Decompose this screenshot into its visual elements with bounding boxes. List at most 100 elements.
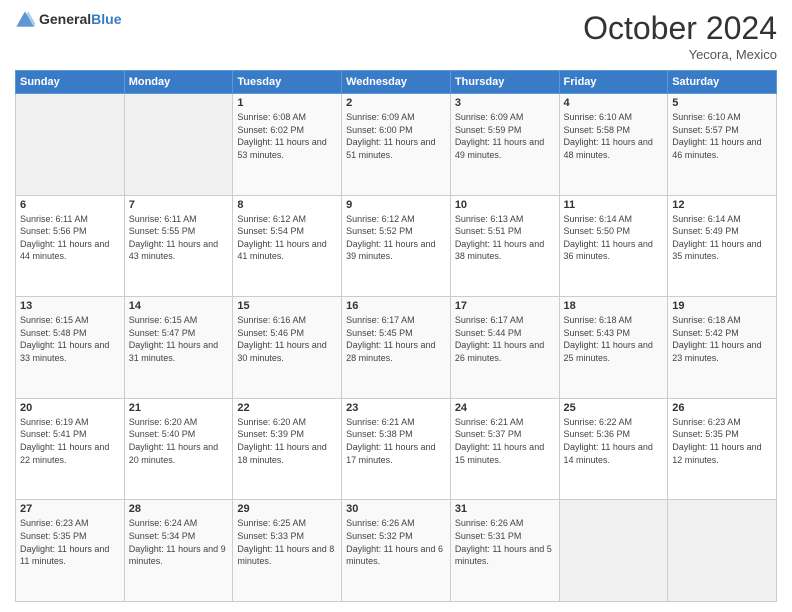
cell-info: Sunrise: 6:09 AMSunset: 5:59 PMDaylight:… — [455, 111, 555, 161]
cell-info: Sunrise: 6:18 AMSunset: 5:42 PMDaylight:… — [672, 314, 772, 364]
cell-info: Sunrise: 6:17 AMSunset: 5:45 PMDaylight:… — [346, 314, 446, 364]
day-number: 27 — [20, 503, 120, 515]
calendar-week-row: 6Sunrise: 6:11 AMSunset: 5:56 PMDaylight… — [16, 195, 777, 297]
calendar-cell: 10 Sunrise: 6:13 AMSunset: 5:51 PMDayligh… — [450, 195, 559, 297]
cell-info: Sunrise: 6:22 AMSunset: 5:36 PMDaylight:… — [564, 416, 664, 466]
day-number: 21 — [129, 402, 229, 414]
day-number: 20 — [20, 402, 120, 414]
day-number: 4 — [564, 97, 664, 109]
calendar-cell — [559, 500, 668, 602]
day-number: 23 — [346, 402, 446, 414]
calendar-cell: 27 Sunrise: 6:23 AMSunset: 5:35 PMDayligh… — [16, 500, 125, 602]
calendar-week-row: 20 Sunrise: 6:19 AMSunset: 5:41 PMDayligh… — [16, 398, 777, 500]
logo: GeneralBlue — [15, 10, 121, 30]
calendar-cell — [668, 500, 777, 602]
calendar-cell: 22Sunrise: 6:20 AMSunset: 5:39 PMDayligh… — [233, 398, 342, 500]
day-number: 19 — [672, 300, 772, 312]
day-number: 5 — [672, 97, 772, 109]
cell-info: Sunrise: 6:12 AMSunset: 5:52 PMDaylight:… — [346, 213, 446, 263]
calendar-cell: 28Sunrise: 6:24 AMSunset: 5:34 PMDayligh… — [124, 500, 233, 602]
cell-info: Sunrise: 6:26 AMSunset: 5:32 PMDaylight:… — [346, 517, 446, 567]
day-number: 31 — [455, 503, 555, 515]
calendar-cell: 3 Sunrise: 6:09 AMSunset: 5:59 PMDaylight… — [450, 94, 559, 196]
cell-info: Sunrise: 6:11 AMSunset: 5:55 PMDaylight:… — [129, 213, 229, 263]
cell-info: Sunrise: 6:08 AMSunset: 6:02 PMDaylight:… — [237, 111, 337, 161]
day-number: 10 — [455, 199, 555, 211]
cell-info: Sunrise: 6:11 AMSunset: 5:56 PMDaylight:… — [20, 213, 120, 263]
day-number: 17 — [455, 300, 555, 312]
day-number: 3 — [455, 97, 555, 109]
cell-info: Sunrise: 6:10 AMSunset: 5:58 PMDaylight:… — [564, 111, 664, 161]
calendar-table: SundayMondayTuesdayWednesdayThursdayFrid… — [15, 70, 777, 602]
calendar-cell: 13Sunrise: 6:15 AMSunset: 5:48 PMDayligh… — [16, 297, 125, 399]
calendar-cell: 12 Sunrise: 6:14 AMSunset: 5:49 PMDayligh… — [668, 195, 777, 297]
calendar-cell: 18 Sunrise: 6:18 AMSunset: 5:43 PMDayligh… — [559, 297, 668, 399]
cell-info: Sunrise: 6:13 AMSunset: 5:51 PMDaylight:… — [455, 213, 555, 263]
day-number: 28 — [129, 503, 229, 515]
day-number: 14 — [129, 300, 229, 312]
calendar-cell: 2Sunrise: 6:09 AMSunset: 6:00 PMDaylight… — [342, 94, 451, 196]
calendar-week-row: 13Sunrise: 6:15 AMSunset: 5:48 PMDayligh… — [16, 297, 777, 399]
calendar-cell: 17 Sunrise: 6:17 AMSunset: 5:44 PMDayligh… — [450, 297, 559, 399]
cell-info: Sunrise: 6:21 AMSunset: 5:38 PMDaylight:… — [346, 416, 446, 466]
weekday-header: Wednesday — [342, 71, 451, 94]
calendar-cell: 11 Sunrise: 6:14 AMSunset: 5:50 PMDayligh… — [559, 195, 668, 297]
calendar-header: SundayMondayTuesdayWednesdayThursdayFrid… — [16, 71, 777, 94]
calendar-cell: 24 Sunrise: 6:21 AMSunset: 5:37 PMDayligh… — [450, 398, 559, 500]
calendar-cell — [16, 94, 125, 196]
calendar-week-row: 1 Sunrise: 6:08 AMSunset: 6:02 PMDaylight… — [16, 94, 777, 196]
day-number: 13 — [20, 300, 120, 312]
day-number: 29 — [237, 503, 337, 515]
cell-info: Sunrise: 6:19 AMSunset: 5:41 PMDaylight:… — [20, 416, 120, 466]
cell-info: Sunrise: 6:23 AMSunset: 5:35 PMDaylight:… — [20, 517, 120, 567]
day-number: 16 — [346, 300, 446, 312]
cell-info: Sunrise: 6:21 AMSunset: 5:37 PMDaylight:… — [455, 416, 555, 466]
day-number: 2 — [346, 97, 446, 109]
weekday-header: Thursday — [450, 71, 559, 94]
logo-general: General — [39, 11, 91, 27]
cell-info: Sunrise: 6:12 AMSunset: 5:54 PMDaylight:… — [237, 213, 337, 263]
calendar-cell: 16 Sunrise: 6:17 AMSunset: 5:45 PMDayligh… — [342, 297, 451, 399]
weekday-header: Monday — [124, 71, 233, 94]
calendar-cell: 29 Sunrise: 6:25 AMSunset: 5:33 PMDayligh… — [233, 500, 342, 602]
page: GeneralBlue October 2024 Yecora, Mexico … — [0, 0, 792, 612]
cell-info: Sunrise: 6:16 AMSunset: 5:46 PMDaylight:… — [237, 314, 337, 364]
cell-info: Sunrise: 6:14 AMSunset: 5:50 PMDaylight:… — [564, 213, 664, 263]
logo-text: GeneralBlue — [39, 11, 121, 29]
day-number: 7 — [129, 199, 229, 211]
day-number: 12 — [672, 199, 772, 211]
cell-info: Sunrise: 6:23 AMSunset: 5:35 PMDaylight:… — [672, 416, 772, 466]
month-title: October 2024 — [583, 10, 777, 47]
cell-info: Sunrise: 6:14 AMSunset: 5:49 PMDaylight:… — [672, 213, 772, 263]
calendar-body: 1 Sunrise: 6:08 AMSunset: 6:02 PMDaylight… — [16, 94, 777, 602]
weekday-row: SundayMondayTuesdayWednesdayThursdayFrid… — [16, 71, 777, 94]
weekday-header: Tuesday — [233, 71, 342, 94]
calendar-cell: 30 Sunrise: 6:26 AMSunset: 5:32 PMDayligh… — [342, 500, 451, 602]
logo-blue: Blue — [91, 11, 121, 27]
day-number: 11 — [564, 199, 664, 211]
title-block: October 2024 Yecora, Mexico — [583, 10, 777, 62]
calendar-cell: 15 Sunrise: 6:16 AMSunset: 5:46 PMDayligh… — [233, 297, 342, 399]
cell-info: Sunrise: 6:26 AMSunset: 5:31 PMDaylight:… — [455, 517, 555, 567]
calendar-cell: 5 Sunrise: 6:10 AMSunset: 5:57 PMDaylight… — [668, 94, 777, 196]
calendar-cell: 8Sunrise: 6:12 AMSunset: 5:54 PMDaylight… — [233, 195, 342, 297]
calendar-cell — [124, 94, 233, 196]
cell-info: Sunrise: 6:20 AMSunset: 5:40 PMDaylight:… — [129, 416, 229, 466]
header: GeneralBlue October 2024 Yecora, Mexico — [15, 10, 777, 62]
logo-icon — [15, 10, 35, 30]
calendar-cell: 4 Sunrise: 6:10 AMSunset: 5:58 PMDaylight… — [559, 94, 668, 196]
calendar-cell: 23 Sunrise: 6:21 AMSunset: 5:38 PMDayligh… — [342, 398, 451, 500]
day-number: 25 — [564, 402, 664, 414]
day-number: 1 — [237, 97, 337, 109]
day-number: 18 — [564, 300, 664, 312]
calendar-cell: 31 Sunrise: 6:26 AMSunset: 5:31 PMDayligh… — [450, 500, 559, 602]
day-number: 15 — [237, 300, 337, 312]
location: Yecora, Mexico — [583, 47, 777, 62]
cell-info: Sunrise: 6:17 AMSunset: 5:44 PMDaylight:… — [455, 314, 555, 364]
cell-info: Sunrise: 6:10 AMSunset: 5:57 PMDaylight:… — [672, 111, 772, 161]
day-number: 30 — [346, 503, 446, 515]
cell-info: Sunrise: 6:18 AMSunset: 5:43 PMDaylight:… — [564, 314, 664, 364]
cell-info: Sunrise: 6:25 AMSunset: 5:33 PMDaylight:… — [237, 517, 337, 567]
day-number: 24 — [455, 402, 555, 414]
calendar-cell: 1 Sunrise: 6:08 AMSunset: 6:02 PMDaylight… — [233, 94, 342, 196]
